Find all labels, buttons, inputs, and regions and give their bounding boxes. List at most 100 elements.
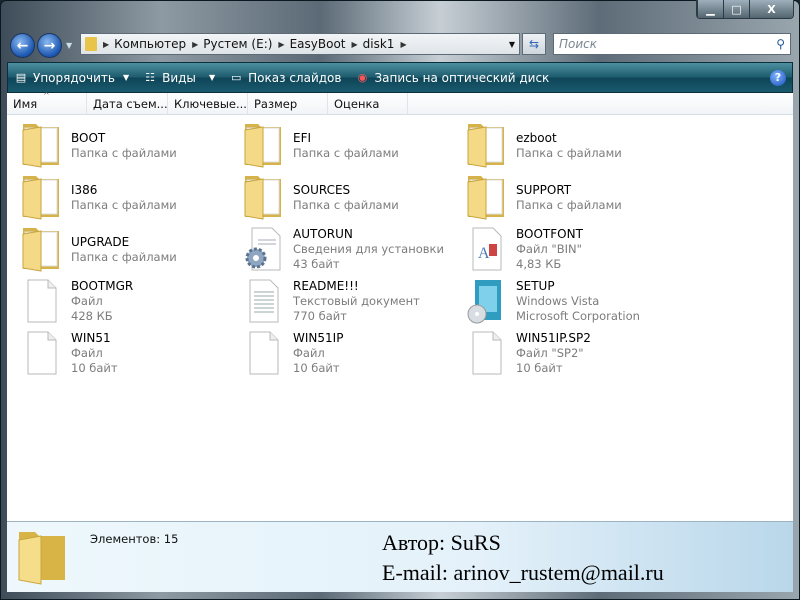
file-icon <box>20 328 64 376</box>
file-item-win51ip-sp2[interactable]: WIN51IP.SP2 Файл "SP2" 10 байт <box>463 326 685 378</box>
column-size[interactable]: Размер <box>248 93 328 114</box>
email-credit: E-mail: arinov_rustem@mail.ru <box>382 560 664 585</box>
column-date-taken[interactable]: Дата съем... <box>87 93 168 114</box>
folder-icon <box>242 120 286 168</box>
item-text: SETUP Windows Vista Microsoft Corporation <box>516 279 640 324</box>
item-type: Файл "SP2" <box>516 346 584 360</box>
item-name: I386 <box>71 183 98 197</box>
folder-icon <box>18 532 65 585</box>
breadcrumb-drive[interactable]: ▶ Рустем (E:) <box>192 37 272 51</box>
folder-icon <box>85 37 97 51</box>
item-text: WIN51 Файл 10 байт <box>71 331 118 376</box>
item-name: WIN51 <box>71 331 111 345</box>
back-button[interactable]: ← <box>10 33 35 58</box>
file-item-readme-[interactable]: README!!! Текстовый документ 770 байт <box>240 274 462 326</box>
item-type: Сведения для установки <box>293 242 444 256</box>
search-input[interactable]: Поиск ⚲ <box>553 33 791 55</box>
item-name: ezboot <box>516 131 557 145</box>
breadcrumb-disk1[interactable]: ▶ disk1 <box>352 37 395 51</box>
item-name: SOURCES <box>293 183 351 197</box>
slideshow-button[interactable]: ▭ Показ слайдов <box>229 70 342 85</box>
folder-icon <box>20 120 64 168</box>
file-item-upgrade[interactable]: UPGRADE Папка с файлами <box>18 222 240 274</box>
breadcrumb-computer[interactable]: ▶ Компьютер <box>103 37 186 51</box>
item-type: Текстовый документ <box>293 294 420 308</box>
recent-pages-dropdown[interactable]: ▼ <box>66 41 72 50</box>
slideshow-label: Показ слайдов <box>248 70 342 85</box>
address-bar[interactable]: ▶ Компьютер ▶ Рустем (E:) ▶ EasyBoot ▶ disk1… <box>80 33 520 55</box>
help-icon[interactable]: ? <box>770 69 786 86</box>
file-item-autorun[interactable]: AUTORUN Сведения для установки 43 байт <box>240 222 462 274</box>
item-size: 428 КБ <box>71 309 113 323</box>
column-rating[interactable]: Оценка <box>328 93 408 114</box>
file-icon <box>20 276 64 324</box>
item-name: BOOTMGR <box>71 279 134 293</box>
forward-button[interactable]: → <box>37 33 62 58</box>
burn-label: Запись на оптический диск <box>374 70 550 85</box>
window-controls: ▁ □ X <box>696 0 794 19</box>
crumb-label: Компьютер <box>114 37 187 51</box>
item-text: EFI Папка с файлами <box>293 131 399 161</box>
command-bar: ▤ Упорядочить ▼ ☷ Виды ▼ ▭ Показ слайдов ◉ За… <box>7 62 793 93</box>
item-text: ezboot Папка с файлами <box>516 131 622 161</box>
column-label: Ключевые... <box>174 97 247 111</box>
item-type: Файл <box>71 294 103 308</box>
views-button[interactable]: ☷ Виды ▼ <box>143 71 215 85</box>
item-size: 10 байт <box>71 361 118 375</box>
settings-icon <box>242 224 286 272</box>
item-text: BOOTMGR Файл 428 КБ <box>71 279 133 324</box>
file-item-setup[interactable]: SETUP Windows Vista Microsoft Corporation <box>463 274 685 326</box>
refresh-button[interactable]: ⇆ <box>522 33 546 55</box>
folder-icon <box>242 172 286 220</box>
item-size: 43 байт <box>293 257 340 271</box>
item-text: WIN51IP Файл 10 байт <box>293 331 343 376</box>
item-text: SOURCES Папка с файлами <box>293 183 399 213</box>
folder-icon <box>465 120 509 168</box>
text-icon <box>242 276 286 324</box>
search-icon[interactable]: ⚲ <box>776 37 785 51</box>
file-item-boot[interactable]: BOOT Папка с файлами <box>18 118 240 170</box>
item-size: 10 байт <box>516 361 563 375</box>
organize-button[interactable]: ▤ Упорядочить ▼ <box>14 71 129 85</box>
maximize-button[interactable]: □ <box>723 0 749 18</box>
item-name: EFI <box>293 131 312 145</box>
breadcrumb-expand[interactable]: ▶ <box>400 40 411 49</box>
crumb-label: EasyBoot <box>289 37 346 51</box>
file-item-bootfont[interactable]: A BOOTFONT Файл "BIN" 4,83 КБ <box>463 222 685 274</box>
navigation-buttons: ← → ▼ <box>10 33 72 58</box>
column-name[interactable]: Имя ^ <box>7 91 87 114</box>
column-keywords[interactable]: Ключевые... <box>168 93 248 114</box>
burn-button[interactable]: ◉ Запись на оптический диск <box>355 70 550 85</box>
file-item-bootmgr[interactable]: BOOTMGR Файл 428 КБ <box>18 274 240 326</box>
item-type: Windows Vista <box>516 294 600 308</box>
item-size: Microsoft Corporation <box>516 309 640 323</box>
file-item-support[interactable]: SUPPORT Папка с файлами <box>463 170 685 222</box>
item-size: 10 байт <box>293 361 340 375</box>
breadcrumb-easyboot[interactable]: ▶ EasyBoot <box>278 37 345 51</box>
organize-label: Упорядочить <box>33 70 115 85</box>
file-item-ezboot[interactable]: ezboot Папка с файлами <box>463 118 685 170</box>
file-item-i386[interactable]: I386 Папка с файлами <box>18 170 240 222</box>
file-item-win51ip[interactable]: WIN51IP Файл 10 байт <box>240 326 462 378</box>
item-type: Папка с файлами <box>71 198 177 212</box>
file-item-efi[interactable]: EFI Папка с файлами <box>240 118 462 170</box>
column-label: Оценка <box>334 97 380 111</box>
item-name: WIN51IP.SP2 <box>516 331 591 345</box>
item-text: README!!! Текстовый документ 770 байт <box>293 279 420 324</box>
burn-disc-icon: ◉ <box>357 71 368 84</box>
minimize-button[interactable]: ▁ <box>697 0 723 18</box>
item-type: Папка с файлами <box>293 146 399 160</box>
file-item-sources[interactable]: SOURCES Папка с файлами <box>240 170 462 222</box>
item-name: WIN51IP <box>293 331 344 345</box>
address-dropdown-icon[interactable]: ▼ <box>509 40 515 49</box>
folder-icon <box>465 172 509 220</box>
folder-icon <box>20 172 64 220</box>
item-count: Элементов: 15 <box>90 532 179 546</box>
column-label: Имя <box>13 97 38 111</box>
file-item-win51[interactable]: WIN51 Файл 10 байт <box>18 326 240 378</box>
item-text: BOOT Папка с файлами <box>71 131 177 161</box>
column-label: Размер <box>254 97 298 111</box>
search-placeholder: Поиск <box>559 37 598 51</box>
item-name: BOOT <box>71 131 106 145</box>
close-button[interactable]: X <box>749 0 793 18</box>
